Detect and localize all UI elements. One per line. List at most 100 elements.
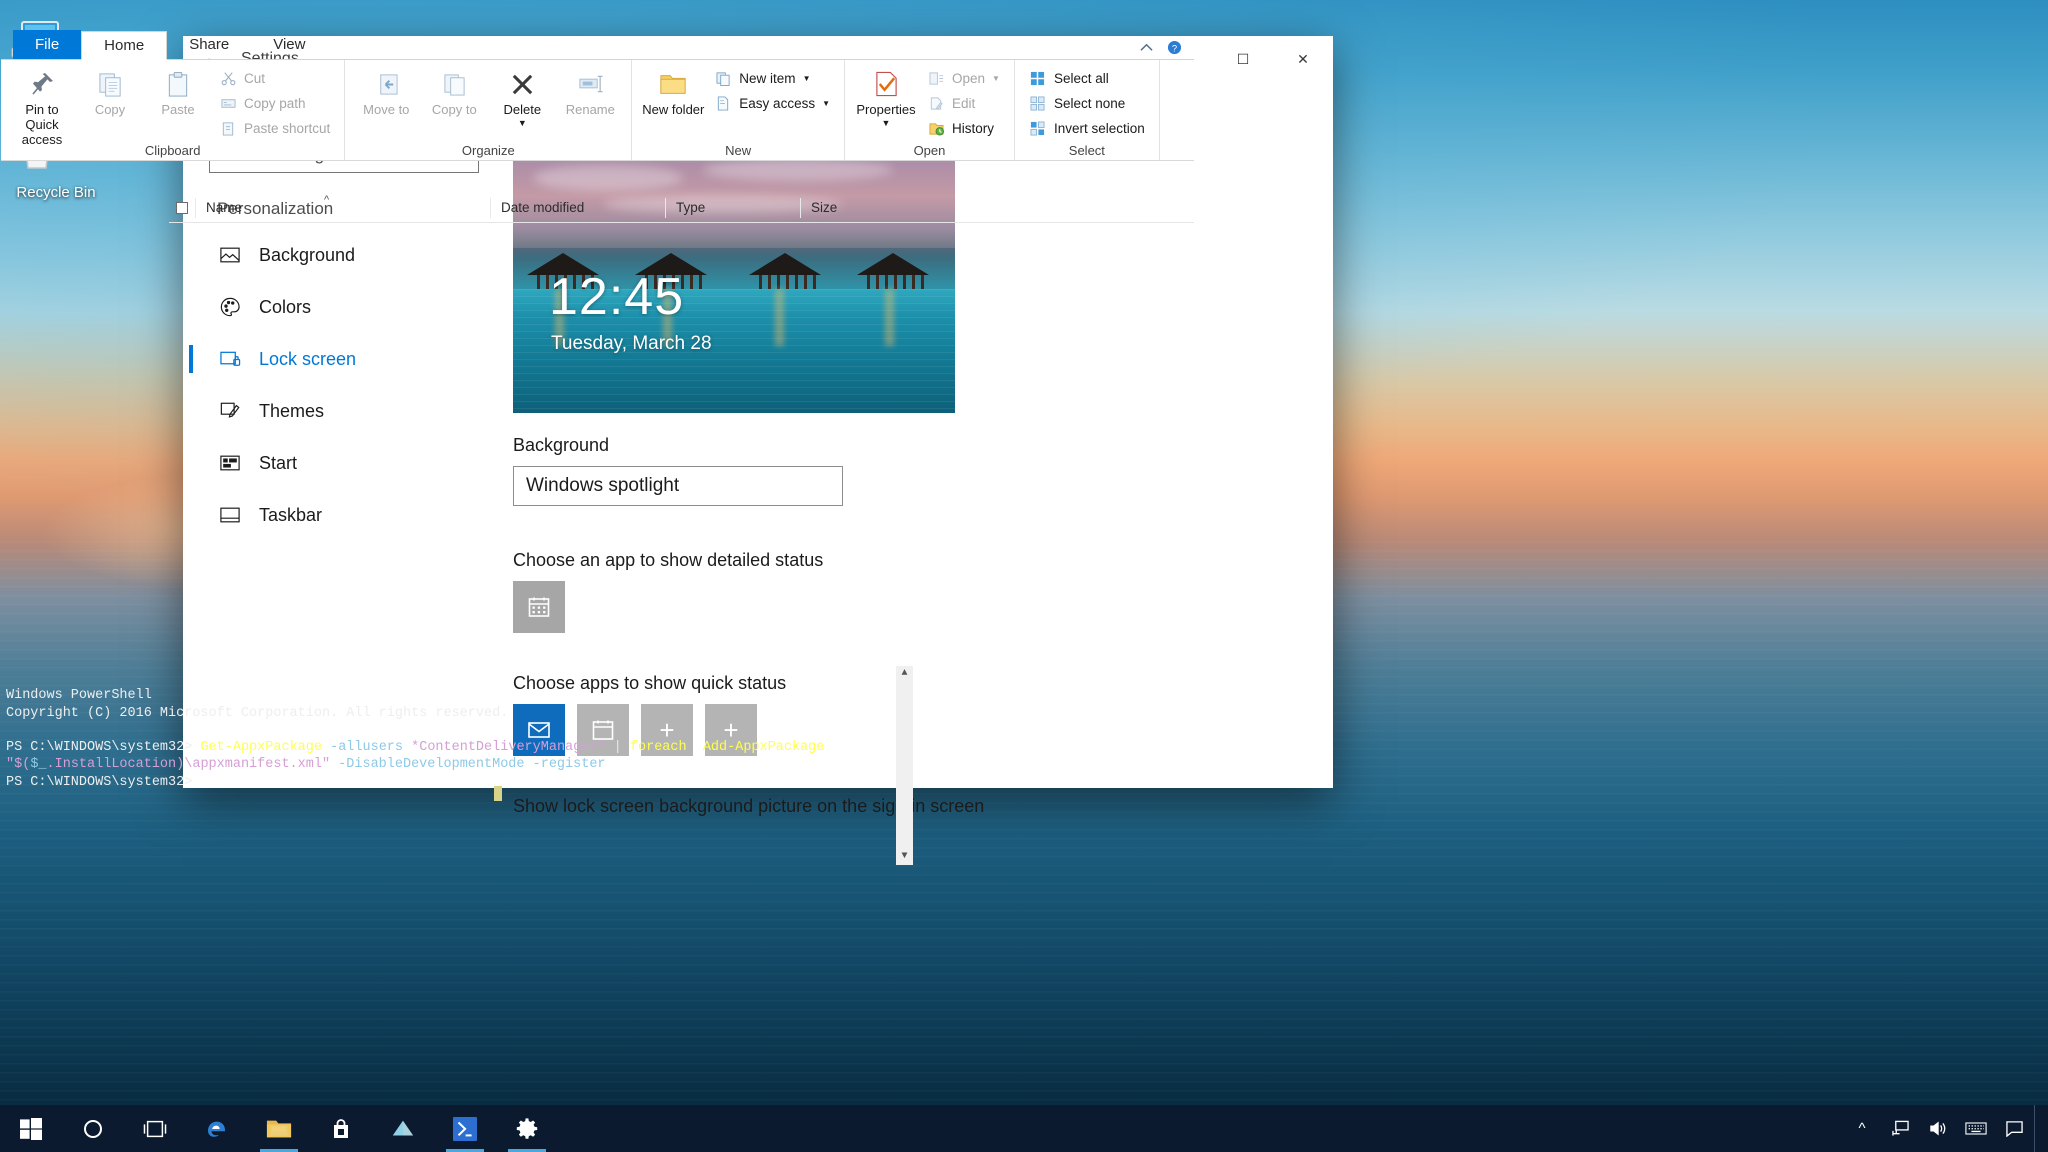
chevron-down-icon[interactable]: ▼ — [518, 118, 527, 127]
pin-to-quick-access-button[interactable]: Pin to Quick access — [9, 64, 75, 148]
cut-button[interactable]: Cut — [219, 68, 330, 89]
column-header-type[interactable]: Type — [665, 197, 800, 218]
delete-button[interactable]: Delete ▼ — [489, 64, 555, 127]
column-header-date-modified[interactable]: Date modified — [490, 197, 665, 218]
sidebar-item-lock-screen[interactable]: Lock screen — [189, 333, 479, 385]
taskbar-icon — [217, 506, 243, 524]
column-label: Size — [811, 200, 838, 215]
button-label: Delete — [503, 102, 542, 117]
easy-access-icon — [714, 95, 732, 113]
properties-button[interactable]: Properties ▼ — [853, 64, 919, 127]
speaker-icon[interactable] — [1920, 1105, 1956, 1152]
new-small-buttons[interactable]: New item ▼ Easy access ▼ — [708, 64, 836, 114]
console-scrollbar[interactable]: ▲ ▼ — [896, 666, 913, 865]
task-view-button[interactable] — [124, 1105, 186, 1152]
background-dropdown-value: Windows spotlight — [526, 475, 680, 496]
select-all-checkbox[interactable] — [169, 201, 195, 214]
cortana-button[interactable] — [62, 1105, 124, 1152]
select-none-button[interactable]: Select none — [1029, 93, 1145, 114]
rename-button[interactable]: Rename — [557, 64, 623, 118]
powershell-console-output[interactable]: Windows PowerShell Copyright (C) 2016 Mi… — [0, 666, 913, 865]
chevron-down-icon[interactable]: ▼ — [992, 74, 1000, 83]
scroll-down-icon[interactable]: ▼ — [901, 849, 907, 865]
tab-share[interactable]: Share — [167, 30, 251, 59]
taskbar[interactable]: ^ — [0, 1105, 2048, 1152]
close-button[interactable]: ✕ — [1273, 36, 1333, 82]
button-label: Paste shortcut — [244, 121, 331, 136]
sidebar-item-label: Start — [259, 452, 298, 473]
choose-app-label: Choose an app to show detailed status — [513, 550, 824, 570]
button-label: Invert selection — [1053, 121, 1145, 136]
rename-icon — [577, 68, 604, 100]
select-small-buttons[interactable]: Select all Select none Invert selection — [1023, 64, 1151, 139]
copy-to-button[interactable]: Copy to — [421, 64, 487, 118]
keyboard-icon[interactable] — [1958, 1105, 1994, 1152]
paste-button[interactable]: Paste — [145, 64, 211, 118]
powershell-button[interactable] — [434, 1105, 496, 1152]
edge-button[interactable] — [186, 1105, 248, 1152]
invert-selection-button[interactable]: Invert selection — [1029, 118, 1145, 139]
edit-button[interactable]: Edit — [927, 93, 1000, 114]
copy-button[interactable]: Copy — [77, 64, 143, 118]
sidebar-item-themes[interactable]: Themes — [209, 385, 479, 437]
sidebar-item-taskbar[interactable]: Taskbar — [209, 489, 479, 541]
column-header-name[interactable]: Name ^ — [195, 194, 490, 218]
move-to-button[interactable]: Move to — [353, 64, 419, 118]
maximize-button[interactable]: ☐ — [1213, 36, 1273, 82]
store-button[interactable] — [310, 1105, 372, 1152]
copy-icon — [97, 68, 124, 100]
console-prompt: PS C:\WINDOWS\system32> — [6, 740, 193, 756]
mail-button[interactable] — [372, 1105, 434, 1152]
button-label: Select none — [1053, 96, 1126, 111]
app-tile-calendar[interactable] — [513, 581, 565, 633]
sidebar-item-label: Themes — [259, 400, 325, 421]
paste-shortcut-button[interactable]: Paste shortcut — [219, 118, 330, 139]
copy-path-button[interactable]: Copy path — [219, 93, 330, 114]
open-small-buttons[interactable]: Open ▼ Edit History — [921, 64, 1006, 139]
new-item-button[interactable]: New item ▼ — [714, 68, 830, 89]
ribbon-right-controls[interactable]: ? — [1140, 40, 1194, 59]
show-desktop-button[interactable] — [2034, 1105, 2044, 1152]
ribbon-group-open: Properties ▼ Open ▼ Edit History Open — [845, 60, 1015, 160]
sidebar-item-background[interactable]: Background — [209, 229, 479, 281]
sidebar-item-label: Background — [259, 244, 356, 265]
powershell-window[interactable]: Select Administrator: Windows PowerShell… — [0, 637, 913, 865]
tab-view[interactable]: View — [251, 30, 327, 59]
collapse-ribbon-icon[interactable] — [1140, 43, 1153, 52]
preview-clock-time: 12:45 — [549, 268, 685, 326]
network-icon[interactable] — [1882, 1105, 1918, 1152]
chevron-down-icon[interactable]: ▼ — [882, 118, 891, 127]
console-line-0: Windows PowerShell — [6, 688, 152, 704]
folder-icon — [266, 1118, 292, 1140]
tab-file[interactable]: File — [13, 30, 82, 59]
action-center-icon[interactable] — [1996, 1105, 2032, 1152]
scissors-icon — [219, 70, 237, 88]
sidebar-item-start[interactable]: Start — [209, 437, 479, 489]
open-button[interactable]: Open ▼ — [927, 68, 1000, 89]
history-button[interactable]: History — [927, 118, 1000, 139]
chevron-down-icon[interactable]: ▼ — [803, 74, 811, 83]
button-label: Edit — [952, 96, 976, 111]
start-button[interactable] — [0, 1105, 62, 1152]
column-header-size[interactable]: Size — [800, 197, 890, 218]
system-tray[interactable]: ^ — [1844, 1105, 2048, 1152]
new-folder-button[interactable]: New folder — [640, 64, 706, 118]
ribbon[interactable]: Pin to Quick access Copy Paste Cut Copy … — [1, 60, 1194, 161]
ribbon-tab-strip[interactable]: File Home Share View ? — [1, 30, 1194, 60]
detailed-status-app-row[interactable] — [513, 581, 1333, 633]
select-all-button[interactable]: Select all — [1029, 68, 1145, 89]
scroll-up-icon[interactable]: ▲ — [901, 666, 907, 682]
tab-home[interactable]: Home — [81, 31, 168, 60]
console-line-1: Copyright (C) 2016 Microsoft Corporation… — [6, 705, 509, 721]
chevron-up-icon[interactable]: ^ — [1844, 1105, 1880, 1152]
sidebar-item-colors[interactable]: Colors — [209, 281, 479, 333]
clipboard-small-buttons[interactable]: Cut Copy path Paste shortcut — [213, 64, 336, 139]
settings-button[interactable] — [496, 1105, 558, 1152]
easy-access-button[interactable]: Easy access ▼ — [714, 93, 830, 114]
picture-icon — [217, 246, 243, 264]
file-list-header[interactable]: Name ^ Date modified Type Size — [169, 193, 1194, 223]
file-explorer-button[interactable] — [248, 1105, 310, 1152]
chevron-down-icon[interactable]: ▼ — [822, 99, 830, 108]
background-dropdown[interactable]: Windows spotlight — [513, 466, 843, 506]
help-icon[interactable]: ? — [1167, 40, 1182, 55]
